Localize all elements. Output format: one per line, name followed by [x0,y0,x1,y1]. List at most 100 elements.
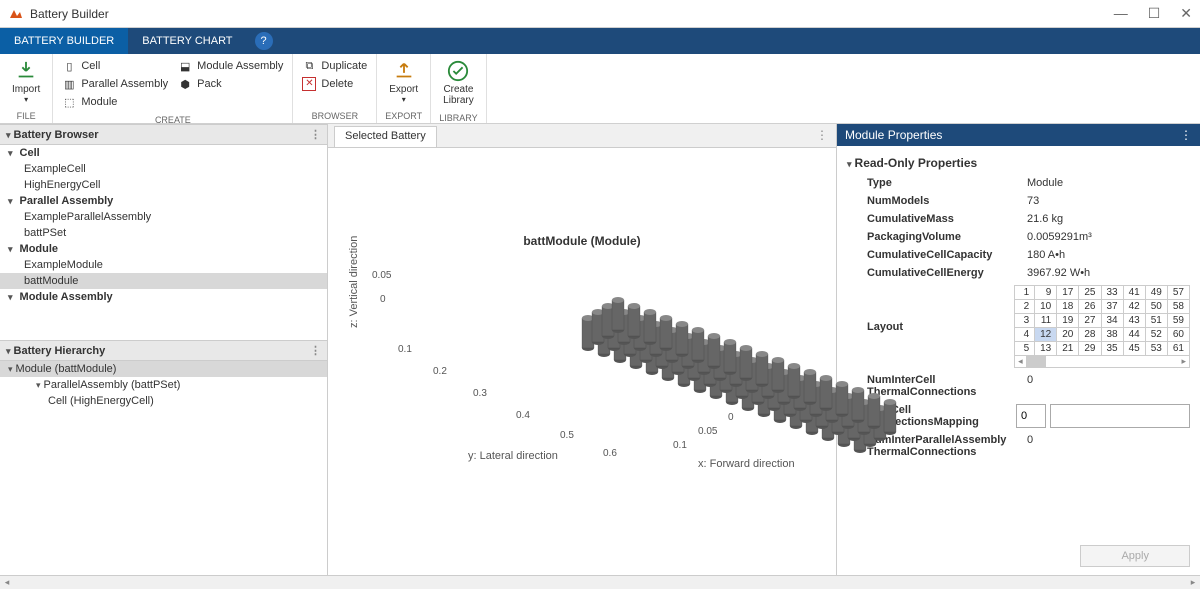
create-library-button[interactable]: Create Library [437,58,480,108]
close-button[interactable]: ✕ [1180,5,1192,22]
layout-cell[interactable]: 1 [1015,286,1035,300]
export-button[interactable]: Export ▾ [383,58,424,106]
layout-cell[interactable]: 42 [1123,300,1145,314]
hierarchy-parallel[interactable]: ParallelAssembly (battPSet) [0,377,327,393]
prop-type: TypeModule [847,174,1190,192]
left-panel: Battery Browser ⋮ Cell ExampleCell HighE… [0,124,328,575]
scroll-left-icon[interactable]: ◂ [0,577,14,588]
center-panel: Selected Battery ⋮ battModule (Module) z… [328,124,836,575]
layout-cell[interactable]: 58 [1167,300,1189,314]
intercell-mapping-input2[interactable] [1050,404,1190,428]
tree-item-examplemodule[interactable]: ExampleModule [0,257,327,273]
hierarchy-cell[interactable]: Cell (HighEnergyCell) [0,393,327,409]
layout-cell[interactable]: 61 [1167,342,1189,356]
tree-item-exampleparallel[interactable]: ExampleParallelAssembly [0,209,327,225]
layout-cell[interactable]: 28 [1079,328,1101,342]
layout-cell[interactable]: 25 [1079,286,1101,300]
panel-menu-icon[interactable]: ⋮ [1180,128,1192,142]
create-cell-button[interactable]: ▯Cell [59,58,171,74]
layout-cell[interactable]: 45 [1123,342,1145,356]
layout-cell[interactable]: 35 [1101,342,1123,356]
layout-cell[interactable]: 9 [1035,286,1057,300]
layout-cell[interactable]: 19 [1057,314,1079,328]
tree-cat-cell[interactable]: Cell [0,145,327,161]
help-button[interactable]: ? [255,32,273,50]
duplicate-button[interactable]: ⧉Duplicate [299,58,370,74]
check-icon [447,60,469,82]
minimize-button[interactable]: — [1114,5,1128,22]
layout-cell[interactable]: 49 [1145,286,1167,300]
layout-cell[interactable]: 2 [1015,300,1035,314]
layout-cell[interactable]: 27 [1079,314,1101,328]
layout-cell[interactable]: 41 [1123,286,1145,300]
layout-cell[interactable]: 21 [1057,342,1079,356]
import-button[interactable]: Import ▾ [6,58,46,106]
panel-menu-icon[interactable]: ⋮ [310,128,321,141]
maximize-button[interactable]: ☐ [1148,5,1161,22]
collapse-caret-icon[interactable] [6,345,14,357]
properties-header: Module Properties ⋮ [837,124,1200,146]
horizontal-scrollbar[interactable]: ◂ ▸ [0,575,1200,589]
layout-cell[interactable]: 13 [1035,342,1057,356]
layout-grid[interactable]: 1917253341495721018263742505831119273443… [1014,285,1190,356]
collapse-caret-icon[interactable] [6,129,14,141]
y-tick: 0.3 [473,388,487,399]
tree-cat-module[interactable]: Module [0,241,327,257]
create-module-assembly-button[interactable]: ⬓Module Assembly [175,58,286,74]
layout-cell[interactable]: 18 [1057,300,1079,314]
tab-selected-battery[interactable]: Selected Battery [334,126,437,147]
tree-item-battmodule[interactable]: battModule [0,273,327,289]
tab-battery-chart[interactable]: BATTERY CHART [128,28,246,54]
create-pack-button[interactable]: ⬢Pack [175,76,286,92]
scroll-left-icon[interactable]: ◂ [1015,356,1026,367]
layout-cell[interactable]: 53 [1145,342,1167,356]
tab-battery-builder[interactable]: BATTERY BUILDER [0,28,128,54]
layout-cell[interactable]: 17 [1057,286,1079,300]
layout-cell[interactable]: 11 [1035,314,1057,328]
scroll-right-icon[interactable]: ▸ [1186,577,1200,588]
layout-cell[interactable]: 3 [1015,314,1035,328]
layout-cell[interactable]: 5 [1015,342,1035,356]
layout-cell[interactable]: 33 [1101,286,1123,300]
tree-item-battpset[interactable]: battPSet [0,225,327,241]
layout-cell[interactable]: 38 [1101,328,1123,342]
tree-cat-parallel[interactable]: Parallel Assembly [0,193,327,209]
hierarchy-root[interactable]: Module (battModule) [0,361,327,377]
layout-cell[interactable]: 50 [1145,300,1167,314]
layout-cell[interactable]: 37 [1101,300,1123,314]
panel-menu-icon[interactable]: ⋮ [310,344,321,357]
intercell-mapping-input[interactable] [1016,404,1046,428]
layout-cell[interactable]: 60 [1167,328,1189,342]
scroll-right-icon[interactable]: ▸ [1178,356,1189,367]
z-tick: 0 [380,294,386,305]
layout-cell[interactable]: 10 [1035,300,1057,314]
properties-title: Module Properties [845,128,942,142]
layout-cell[interactable]: 4 [1015,328,1035,342]
layout-cell[interactable]: 12 [1035,328,1057,342]
delete-button[interactable]: ✕Delete [299,76,370,92]
y-tick: 0.4 [516,410,530,421]
layout-cell[interactable]: 52 [1145,328,1167,342]
panel-menu-icon[interactable]: ⋮ [808,124,836,147]
readonly-section-header[interactable]: Read-Only Properties [847,152,1190,174]
layout-cell[interactable]: 44 [1123,328,1145,342]
chart-area[interactable]: battModule (Module) z: Vertical directio… [328,148,836,575]
layout-cell[interactable]: 34 [1101,314,1123,328]
layout-cell[interactable]: 43 [1123,314,1145,328]
tree-cat-moduleassembly[interactable]: Module Assembly [0,289,327,305]
toolstrip: Import ▾ FILE ▯Cell ▥Parallel Assembly ⬚… [0,54,1200,124]
layout-cell[interactable]: 51 [1145,314,1167,328]
prop-packagingvolume: PackagingVolume0.0059291m³ [847,228,1190,246]
group-browser-label: BROWSER [293,110,376,123]
layout-cell[interactable]: 57 [1167,286,1189,300]
layout-cell[interactable]: 29 [1079,342,1101,356]
module-3d-visualization [578,278,938,458]
layout-cell[interactable]: 20 [1057,328,1079,342]
tree-item-examplecell[interactable]: ExampleCell [0,161,327,177]
tree-item-highenergycell[interactable]: HighEnergyCell [0,177,327,193]
create-parallel-button[interactable]: ▥Parallel Assembly [59,76,171,92]
apply-button[interactable]: Apply [1080,545,1190,567]
create-module-button[interactable]: ⬚Module [59,94,171,110]
layout-cell[interactable]: 59 [1167,314,1189,328]
layout-cell[interactable]: 26 [1079,300,1101,314]
